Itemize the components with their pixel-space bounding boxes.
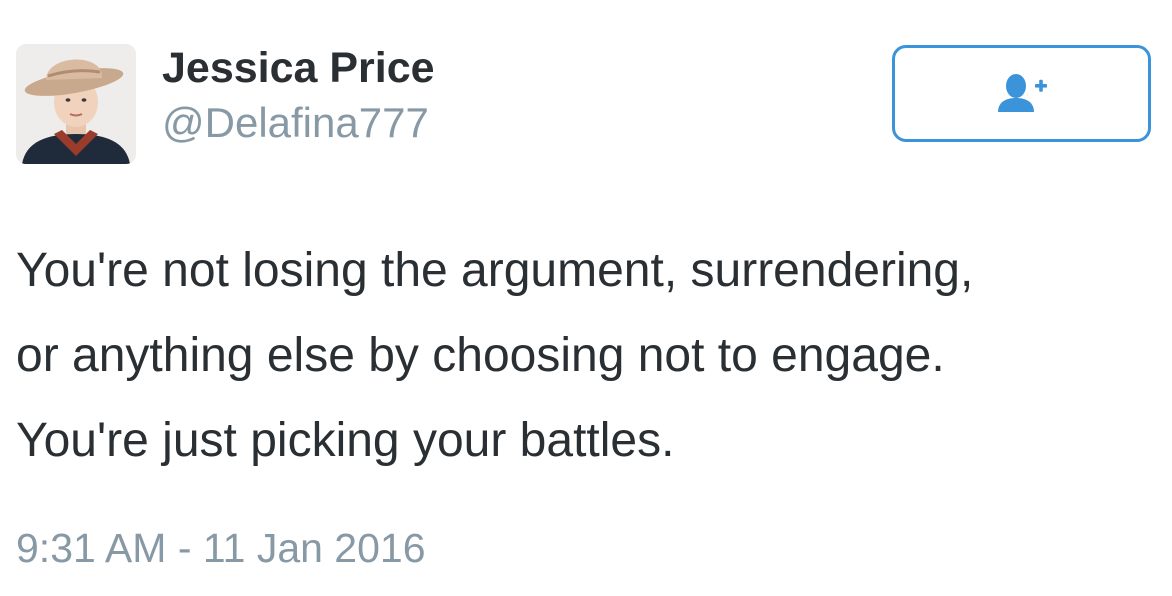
tweet-text-line: You're just picking your battles. — [16, 414, 675, 467]
avatar-image — [16, 44, 136, 164]
follow-button[interactable] — [892, 45, 1151, 142]
user-handle[interactable]: @Delafina777 — [162, 99, 429, 147]
tweet-text: You're not losing the argument, surrende… — [16, 228, 1156, 483]
tweet-text-line: You're not losing the argument, surrende… — [16, 244, 974, 297]
follow-user-plus-icon — [997, 73, 1047, 112]
tweet-card: Jessica Price @Delafina777 You're not lo… — [0, 0, 1172, 596]
avatar[interactable] — [16, 44, 136, 164]
display-name[interactable]: Jessica Price — [162, 43, 435, 93]
tweet-timestamp[interactable]: 9:31 AM - 11 Jan 2016 — [16, 523, 426, 573]
tweet-text-line: or anything else by choosing not to enga… — [16, 329, 945, 382]
